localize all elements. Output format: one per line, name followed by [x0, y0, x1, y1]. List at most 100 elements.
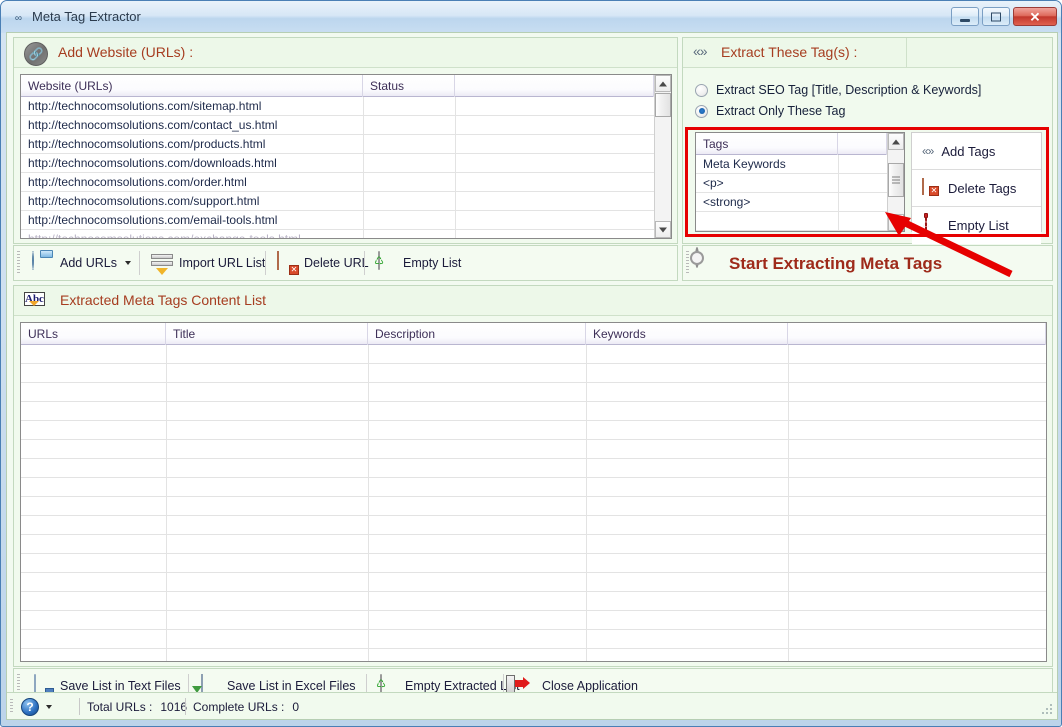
url-grid[interactable]: Website (URLs) Status http://technocomso…	[20, 74, 672, 239]
tags-grid-header: Tags	[696, 133, 904, 155]
toolbar-separator	[139, 251, 140, 275]
url-grid-header: Website (URLs) Status	[21, 75, 671, 97]
table-row[interactable]: http://technocomsolutions.com/downloads.…	[21, 154, 671, 173]
radio-extract-seo-tag-label: Extract SEO Tag [Title, Description & Ke…	[716, 83, 982, 97]
minimize-button[interactable]	[951, 7, 979, 26]
extracted-col-description[interactable]: Description	[368, 323, 586, 345]
url-toolbar: Add URLs Import URL List ✕ Delete URL ♺ …	[13, 245, 678, 281]
gear-icon	[695, 247, 699, 268]
list-item[interactable]: <strong>	[696, 193, 904, 212]
title-bar[interactable]: ∞ Meta Tag Extractor ✕	[1, 1, 1061, 33]
toolbar-grip[interactable]	[17, 251, 20, 275]
add-tags-button[interactable]: «» Add Tags	[912, 133, 1041, 170]
extracted-grid-body	[21, 345, 1046, 661]
resize-grip-icon[interactable]	[1041, 704, 1053, 716]
table-row[interactable]	[21, 630, 1046, 649]
start-extracting-button[interactable]: Start Extracting Meta Tags	[729, 254, 942, 274]
add-tags-label: Add Tags	[941, 143, 996, 159]
save-list-text-label: Save List in Text Files	[60, 679, 181, 693]
url-col-status[interactable]: Status	[363, 75, 455, 97]
table-row[interactable]	[21, 459, 1046, 478]
extracted-col-keywords[interactable]: Keywords	[586, 323, 788, 345]
recycle-bin-icon	[375, 251, 397, 274]
scroll-down-icon[interactable]	[888, 214, 904, 231]
tags-grid-scrollbar[interactable]	[887, 133, 904, 231]
table-row[interactable]: http://technocomsolutions.com/support.ht…	[21, 192, 671, 211]
total-urls-value: 1016	[160, 699, 188, 714]
extract-tags-header: Extract These Tag(s) : «»	[683, 38, 1052, 68]
table-row[interactable]	[21, 478, 1046, 497]
delete-table-icon: ✕	[276, 251, 299, 275]
url-col-blank[interactable]	[455, 75, 654, 97]
table-row[interactable]: http://technocomsolutions.com/products.h…	[21, 135, 671, 154]
extracted-col-urls[interactable]: URLs	[21, 323, 166, 345]
table-row[interactable]	[21, 592, 1046, 611]
scroll-down-icon[interactable]	[655, 221, 671, 238]
import-url-list-label: Import URL List	[179, 256, 266, 270]
tags-col-tags[interactable]: Tags	[696, 133, 838, 155]
table-row[interactable]	[21, 440, 1046, 459]
empty-list-button[interactable]: Empty List	[369, 248, 467, 278]
table-row[interactable]: http://technocomsolutions.com/contact_us…	[21, 116, 671, 135]
radio-extract-seo-tag[interactable]: Extract SEO Tag [Title, Description & Ke…	[695, 83, 981, 97]
scroll-thumb[interactable]	[655, 93, 671, 117]
url-grid-body: http://technocomsolutions.com/sitemap.ht…	[21, 97, 671, 238]
add-urls-button[interactable]: Add URLs	[26, 248, 137, 278]
url-grid-scrollbar[interactable]	[654, 75, 671, 238]
scroll-thumb[interactable]	[888, 163, 904, 197]
list-item[interactable]	[696, 212, 904, 231]
url-col-website[interactable]: Website (URLs)	[21, 75, 363, 97]
tag-action-buttons: «» Add Tags ✕ Delete Tags Empty List	[911, 132, 1042, 244]
scroll-up-icon[interactable]	[655, 75, 671, 92]
add-website-title: Add Website (URLs) :	[58, 44, 194, 60]
statusbar-grip[interactable]	[10, 699, 13, 713]
close-application-label: Close Application	[542, 679, 638, 693]
table-row[interactable]: http://technocomsolutions.com/exchange-t…	[21, 230, 671, 238]
tags-col-blank[interactable]	[838, 133, 887, 155]
extracted-col-blank[interactable]	[788, 323, 1046, 345]
table-row[interactable]	[21, 383, 1046, 402]
table-row[interactable]: http://technocomsolutions.com/email-tool…	[21, 211, 671, 230]
table-row[interactable]	[21, 364, 1046, 383]
radio-button-icon[interactable]	[695, 83, 708, 97]
table-row[interactable]	[21, 516, 1046, 535]
statusbar-separator	[185, 698, 186, 715]
radio-button-icon[interactable]	[695, 104, 708, 118]
delete-url-button[interactable]: ✕ Delete URL	[270, 248, 375, 278]
list-item[interactable]: Meta Keywords	[696, 155, 904, 174]
table-row[interactable]: http://technocomsolutions.com/order.html	[21, 173, 671, 192]
import-url-list-button[interactable]: Import URL List	[144, 248, 271, 278]
delete-url-label: Delete URL	[304, 256, 369, 270]
status-bar: ? Total URLs : 1016 Complete URLs : 0	[7, 692, 1057, 719]
chevron-down-icon[interactable]	[46, 704, 52, 709]
close-button[interactable]: ✕	[1013, 7, 1057, 26]
total-urls-status: Total URLs : 1016	[87, 697, 187, 716]
extracted-col-title[interactable]: Title	[166, 323, 368, 345]
table-row[interactable]	[21, 497, 1046, 516]
extracted-grid[interactable]: URLs Title Description Keywords	[20, 322, 1047, 662]
table-row[interactable]	[21, 649, 1046, 661]
help-button[interactable]: ?	[21, 697, 52, 716]
table-row[interactable]	[21, 573, 1046, 592]
maximize-icon	[991, 12, 1001, 21]
table-row[interactable]	[21, 402, 1046, 421]
table-row[interactable]	[21, 345, 1046, 364]
table-row[interactable]	[21, 535, 1046, 554]
maximize-button[interactable]	[982, 7, 1010, 26]
table-row[interactable]	[21, 554, 1046, 573]
delete-tags-button[interactable]: ✕ Delete Tags	[912, 170, 1041, 207]
list-item[interactable]: <p>	[696, 174, 904, 193]
scroll-up-icon[interactable]	[888, 133, 904, 150]
tags-grid[interactable]: Tags Meta Keywords <p> <strong>	[695, 132, 905, 232]
toolbar-grip[interactable]	[686, 251, 689, 275]
table-row[interactable]: http://technocomsolutions.com/sitemap.ht…	[21, 97, 671, 116]
radio-extract-only-these-tag-label: Extract Only These Tag	[716, 104, 846, 118]
empty-list-label: Empty List	[403, 256, 462, 270]
radio-extract-only-these-tag[interactable]: Extract Only These Tag	[695, 104, 845, 118]
chevron-down-icon[interactable]	[124, 261, 131, 265]
add-website-group: 🔗 Add Website (URLs) : Website (URLs) St…	[13, 37, 678, 244]
total-urls-label: Total URLs :	[87, 699, 153, 714]
table-row[interactable]	[21, 421, 1046, 440]
empty-tags-list-button[interactable]: Empty List	[912, 207, 1041, 244]
table-row[interactable]	[21, 611, 1046, 630]
